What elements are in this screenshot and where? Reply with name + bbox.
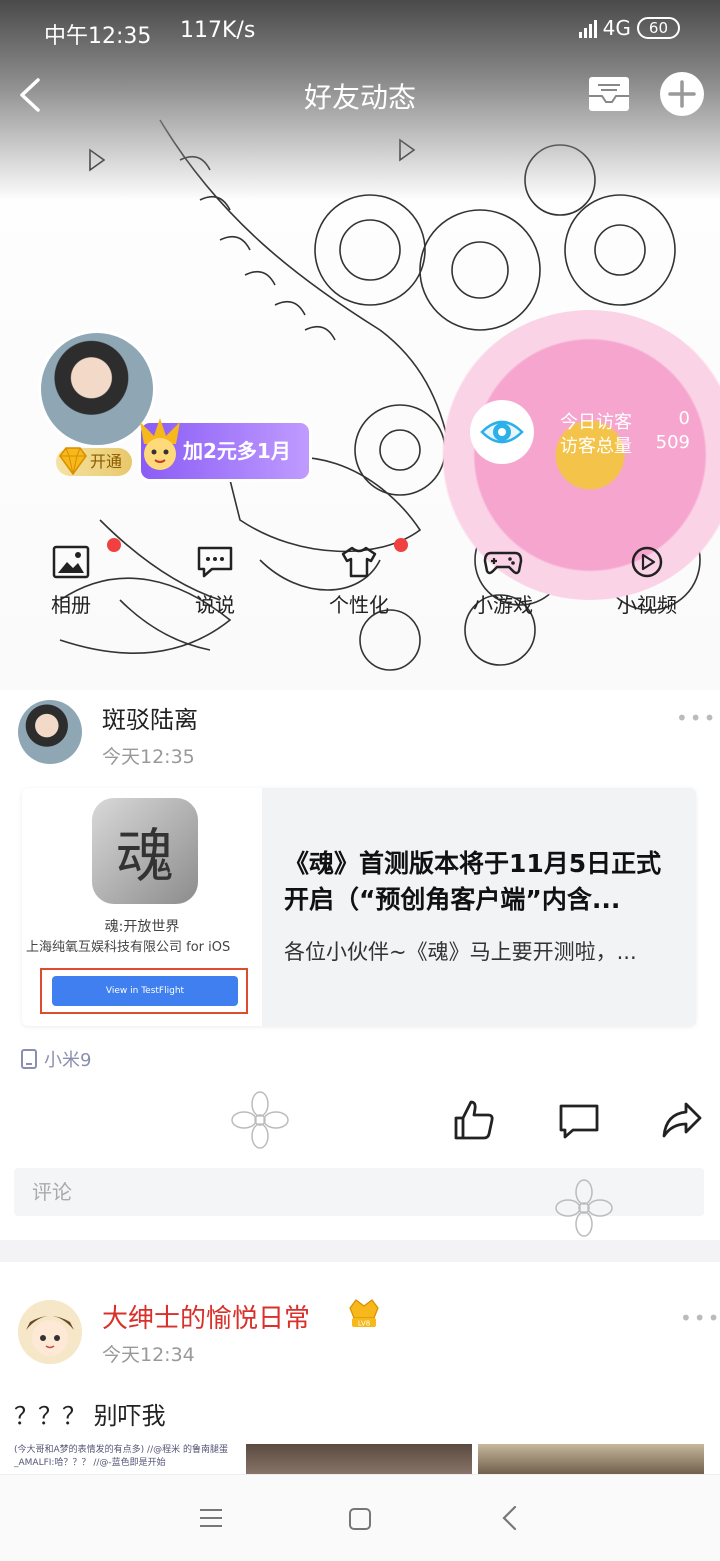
shortcut-label: 相册 [51,593,91,617]
flower-doodle [231,1091,289,1149]
visitor-eye-icon[interactable] [470,400,534,464]
post-divider [0,1240,720,1262]
like-icon[interactable] [452,1098,496,1142]
visitor-total[interactable]: 访客总量 509 [560,432,690,458]
post-timestamp: 今天12:34 [102,1344,195,1366]
post-author-avatar[interactable] [18,700,82,764]
shortcut-label: 小视频 [617,593,677,617]
system-nav-bar [0,1474,720,1561]
testflight-button: View in TestFlight [52,976,238,1006]
network-type: 4G [602,16,631,40]
mail-icon[interactable] [588,76,630,112]
app-company: 上海纯氧互娱科技有限公司 for iOS [26,940,231,955]
gamepad-icon [483,551,523,575]
shortcut-label: 说说 [195,593,235,617]
chat-bubble-icon [197,546,233,578]
add-icon[interactable] [660,72,704,116]
shortcut-album[interactable]: 相册 [21,545,121,618]
shortcut-personalize[interactable]: 个性化 [309,545,409,618]
notification-dot [394,538,408,552]
visitor-today[interactable]: 今日访客 0 [560,408,690,434]
post-timestamp: 今天12:35 [102,746,195,768]
card-thumbnail: 魂 魂:开放世界 上海纯氧互娱科技有限公司 for iOS View in Te… [22,788,262,1026]
shortcut-minigame[interactable]: 小游戏 [453,545,553,618]
status-net-speed: 117K/s [180,18,256,43]
level-badge-text: LV8 [358,1320,370,1328]
back-icon[interactable] [500,1505,520,1531]
flower-doodle [555,1179,613,1237]
status-time: 中午12:35 [44,24,152,49]
play-video-icon [631,546,663,578]
app-icon: 魂 [92,798,198,904]
status-bar: 中午12:35 117K/s 4G 60 [0,0,720,64]
shared-link-card[interactable]: 魂 魂:开放世界 上海纯氧互娱科技有限公司 for iOS View in Te… [22,788,696,1026]
more-options-icon[interactable]: ••• [676,706,717,730]
menu-icon[interactable] [198,1507,224,1529]
app-name: 魂:开放世界 [104,919,180,935]
post-author-name[interactable]: 斑驳陆离 [102,700,198,735]
device-tag: 小米9 [20,1046,91,1072]
comment-icon[interactable] [557,1098,601,1142]
post-image-1[interactable]: (今大哥和A梦的表情发的有点多) //@程米 的鲁南腿蛋_AMALFI:哈？？？… [14,1444,240,1476]
status-indicators: 4G 60 [578,16,680,40]
battery-icon: 60 [636,17,680,39]
phone-icon [21,1049,37,1069]
mascot-icon [140,418,180,470]
card-description: 各位小伙伴~《魂》马上要开测啦，... [284,940,637,964]
diamond-icon [59,447,87,476]
notification-dot [107,538,121,552]
post-image-2[interactable] [246,1444,472,1476]
shortcut-label: 个性化 [329,593,389,617]
shortcut-label: 小游戏 [473,593,533,617]
post-text: ？？？ 别吓我 [14,1402,166,1430]
tshirt-icon [341,546,377,578]
shortcut-shuoshuo[interactable]: 说说 [165,545,265,618]
post-author-avatar[interactable] [18,1300,82,1364]
post-author-name[interactable]: 大绅士的愉悦日常 [102,1298,310,1335]
crown-level-icon: LV8 [349,1299,379,1328]
card-title: 《魂》首测版本将于11月5日正式开启（“预创角客户端”内含... [284,849,662,914]
signal-icon [578,18,597,38]
share-icon[interactable] [660,1098,704,1142]
photo-album-icon [52,545,90,579]
shortcut-short-video[interactable]: 小视频 [597,545,697,618]
anime-avatar-icon [18,1300,82,1364]
more-options-icon[interactable]: ••• [680,1306,720,1330]
post-image-3[interactable] [478,1444,704,1476]
home-icon[interactable] [348,1507,372,1531]
